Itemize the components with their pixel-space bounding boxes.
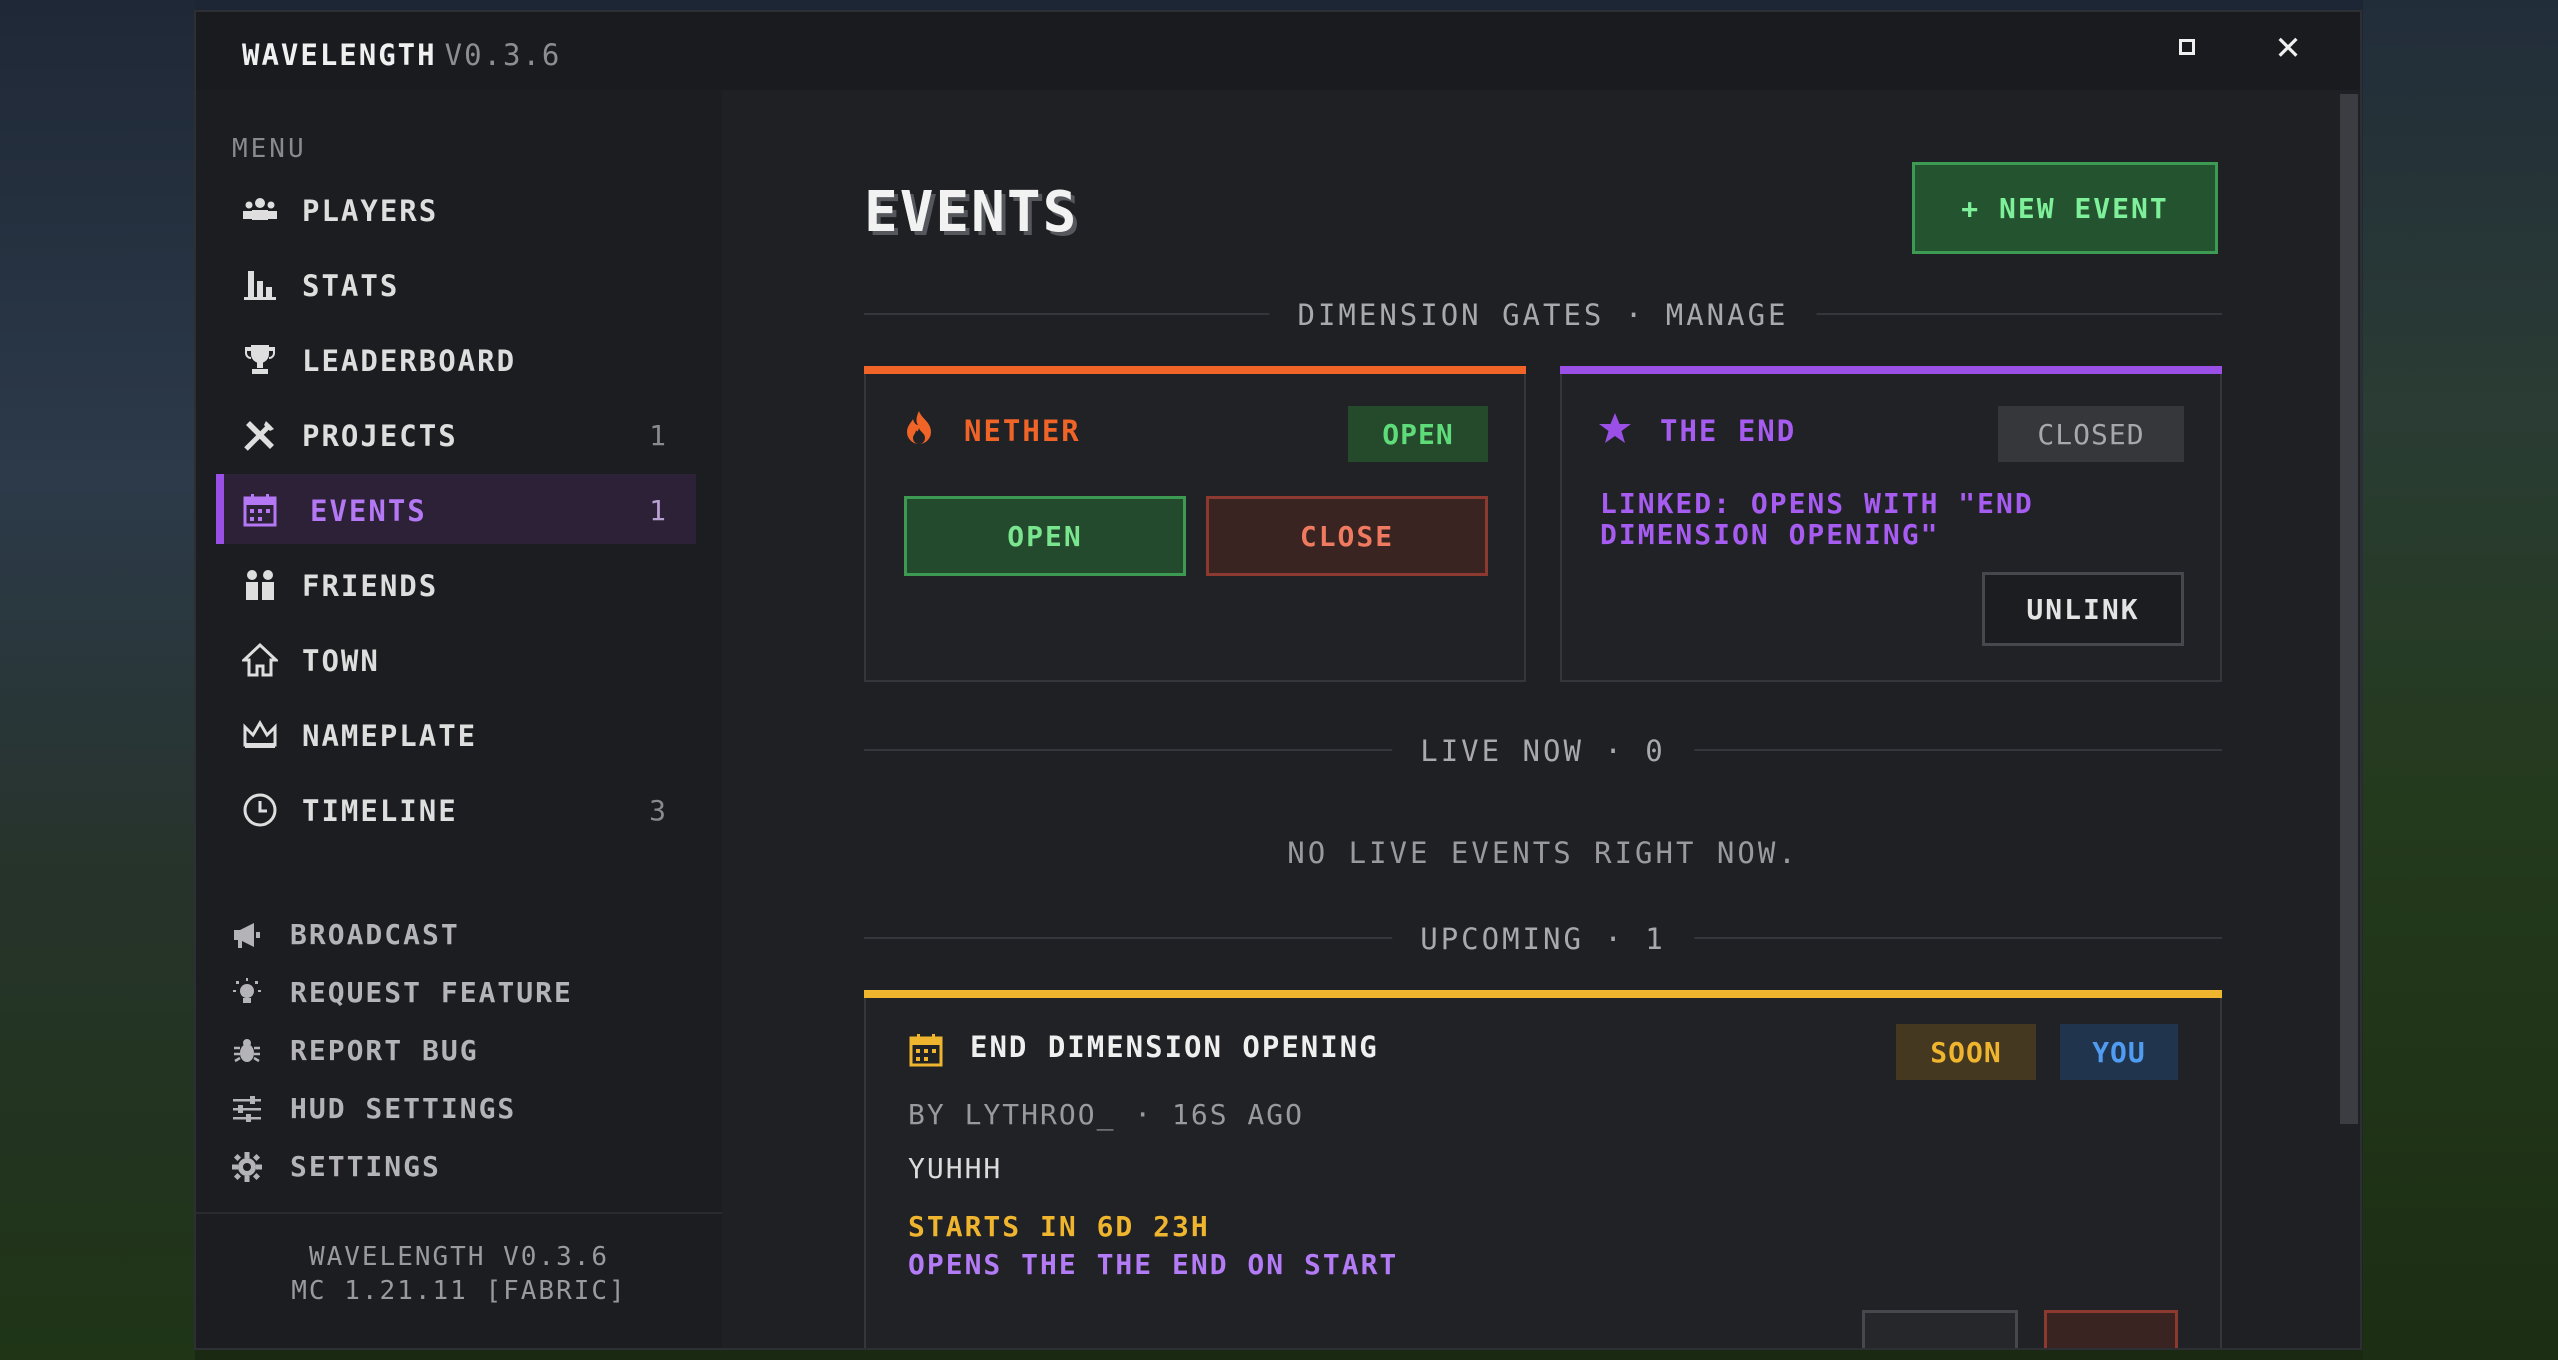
section-title: LIVE NOW · 0 <box>1392 734 1694 768</box>
gate-name: THE END <box>1660 414 1797 448</box>
main-panel: EVENTS + NEW EVENT DIMENSION GATES · MAN… <box>722 90 2360 1348</box>
sidebar-item-label: TOWN <box>302 644 380 678</box>
gate-card-end: THE END CLOSED LINKED: OPENS WITH "END D… <box>1560 366 2222 682</box>
sidebar-item-friends[interactable]: FRIENDS <box>216 549 696 619</box>
sidebar-util-report-bug[interactable]: REPORT BUG <box>232 1026 712 1076</box>
app-name: WAVELENGTH <box>242 38 437 72</box>
sidebar-item-label: PLAYERS <box>302 194 439 228</box>
trophy-icon <box>245 345 275 374</box>
sidebar-item-label: FRIENDS <box>302 569 439 603</box>
sidebar-item-label: EVENTS <box>310 494 427 528</box>
event-description: YUHHH <box>908 1152 1003 1185</box>
gate-status-badge: OPEN <box>1348 406 1488 462</box>
sidebar-util-request-feature[interactable]: REQUEST FEATURE <box>232 968 712 1018</box>
event-delete-button[interactable] <box>2044 1310 2178 1348</box>
background-landscape-right <box>2363 0 2558 1360</box>
you-badge: YOU <box>2060 1024 2178 1080</box>
gate-linked-text: LINKED: OPENS WITH "END DIMENSION OPENIN… <box>1600 487 2034 551</box>
fire-icon <box>907 411 931 444</box>
sidebar-util-label: REPORT BUG <box>290 1034 479 1067</box>
background-landscape-left <box>0 0 195 1360</box>
menu-label: MENU <box>232 134 307 164</box>
sidebar-item-nameplate[interactable]: NAMEPLATE <box>216 699 696 769</box>
section-title: DIMENSION GATES · MANAGE <box>1269 298 1817 332</box>
app-window: WAVELENGTH V0.3.6 ✕ MENU PLAYERS STATS L… <box>194 10 2362 1350</box>
calendar-icon <box>243 494 277 527</box>
open-gate-button[interactable]: OPEN <box>904 496 1186 576</box>
sidebar-item-projects[interactable]: PROJECTS 1 <box>216 399 696 469</box>
sidebar-item-town[interactable]: TOWN <box>216 624 696 694</box>
sidebar: MENU PLAYERS STATS LEADERBOARD PROJECTS … <box>196 90 722 1348</box>
sidebar-util-settings[interactable]: SETTINGS <box>232 1142 712 1192</box>
lightbulb-icon <box>233 978 261 1003</box>
sidebar-util-label: REQUEST FEATURE <box>290 976 573 1009</box>
sidebar-util-label: HUD SETTINGS <box>290 1092 517 1125</box>
footer-mc-version: MC 1.21.11 [FABRIC] <box>291 1276 627 1306</box>
sidebar-item-count: 3 <box>649 794 666 827</box>
sidebar-item-stats[interactable]: STATS <box>216 249 696 319</box>
section-divider-gates: DIMENSION GATES · MANAGE <box>864 294 2222 334</box>
page-title: EVENTS <box>864 180 1079 245</box>
event-card[interactable]: END DIMENSION OPENING SOON YOU BY LYTHRO… <box>864 990 2222 1348</box>
sidebar-item-label: PROJECTS <box>302 419 458 453</box>
gate-card-nether: NETHER OPEN OPEN CLOSE <box>864 366 1526 682</box>
close-gate-button[interactable]: CLOSE <box>1206 496 1488 576</box>
section-title: UPCOMING · 1 <box>1392 922 1694 956</box>
clock-icon <box>243 793 277 827</box>
event-title: END DIMENSION OPENING <box>970 1030 1379 1064</box>
window-title: WAVELENGTH V0.3.6 <box>242 38 561 72</box>
calendar-icon <box>909 1034 943 1067</box>
sliders-icon <box>233 1096 261 1122</box>
sidebar-util-broadcast[interactable]: BROADCAST <box>232 910 712 960</box>
app-version: V0.3.6 <box>444 38 562 72</box>
sidebar-item-label: NAMEPLATE <box>302 719 478 753</box>
close-icon[interactable]: ✕ <box>2276 26 2300 66</box>
event-start-time: STARTS IN 6D 23H <box>908 1210 1210 1243</box>
sidebar-item-timeline[interactable]: TIMELINE 3 <box>216 774 696 844</box>
crown-icon <box>243 720 277 748</box>
gate-status-badge: CLOSED <box>1998 406 2184 462</box>
sidebar-item-players[interactable]: PLAYERS <box>216 174 696 244</box>
bug-icon <box>234 1039 260 1063</box>
unlink-button[interactable]: UNLINK <box>1982 572 2184 646</box>
scrollbar[interactable] <box>2340 94 2358 1124</box>
star-icon <box>1599 413 1631 443</box>
gear-icon <box>232 1152 262 1182</box>
event-secondary-button[interactable] <box>1862 1310 2018 1348</box>
gate-name: NETHER <box>964 414 1081 448</box>
event-gate-action: OPENS THE THE END ON START <box>908 1248 1399 1281</box>
maximize-icon[interactable] <box>2179 39 2195 55</box>
live-empty-message: NO LIVE EVENTS RIGHT NOW. <box>1287 836 1799 870</box>
sidebar-item-label: TIMELINE <box>302 794 458 828</box>
new-event-button[interactable]: + NEW EVENT <box>1912 162 2218 254</box>
event-meta: BY LYTHROO_ · 16S AGO <box>908 1098 1305 1131</box>
sidebar-item-events[interactable]: EVENTS 1 <box>216 474 696 544</box>
sidebar-item-leaderboard[interactable]: LEADERBOARD <box>216 324 696 394</box>
sidebar-item-count: 1 <box>649 419 666 452</box>
sidebar-item-label: STATS <box>302 269 400 303</box>
sidebar-footer: WAVELENGTH V0.3.6 MC 1.21.11 [FABRIC] <box>196 1212 722 1348</box>
users-icon <box>243 198 277 220</box>
section-divider-live: LIVE NOW · 0 <box>864 730 2222 770</box>
soon-badge: SOON <box>1896 1024 2036 1080</box>
sidebar-util-label: BROADCAST <box>290 918 460 951</box>
sidebar-item-count: 1 <box>649 494 666 527</box>
tools-icon <box>244 421 274 451</box>
section-divider-upcoming: UPCOMING · 1 <box>864 918 2222 958</box>
sidebar-item-label: LEADERBOARD <box>302 344 517 378</box>
footer-version: WAVELENGTH V0.3.6 <box>308 1242 610 1272</box>
house-icon <box>242 642 278 677</box>
sidebar-util-label: SETTINGS <box>290 1150 441 1183</box>
bar-chart-icon <box>244 271 276 300</box>
title-bar: WAVELENGTH V0.3.6 ✕ <box>196 12 2360 90</box>
megaphone-icon <box>234 923 260 948</box>
sidebar-util-hud-settings[interactable]: HUD SETTINGS <box>232 1084 712 1134</box>
friends-icon <box>246 570 274 600</box>
